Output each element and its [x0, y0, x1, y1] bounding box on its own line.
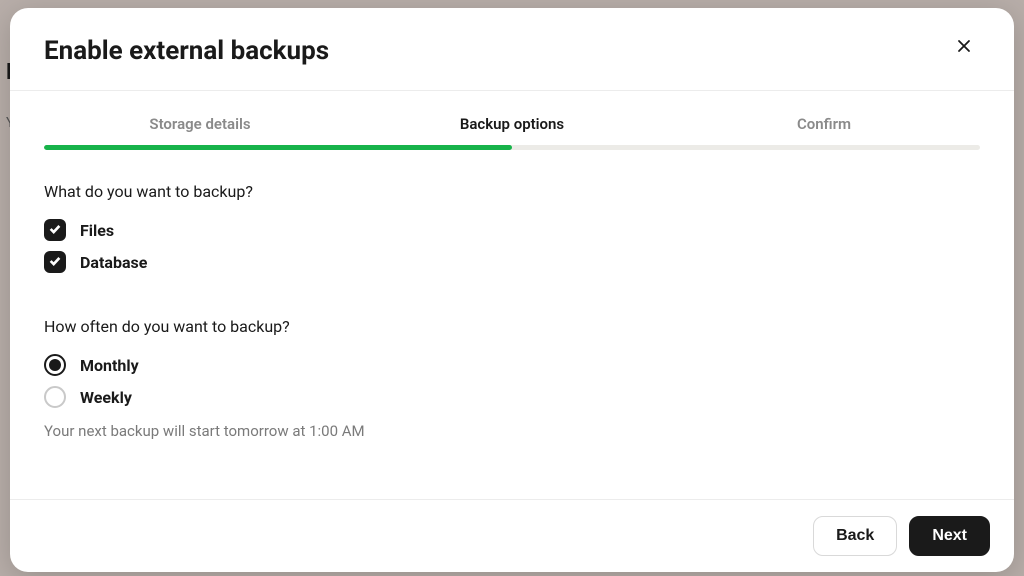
question-what: What do you want to backup?	[44, 182, 980, 201]
wizard-steps: Storage details Backup options Confirm	[10, 91, 1014, 145]
modal-footer: Back Next	[10, 499, 1014, 572]
step-storage-details[interactable]: Storage details	[44, 115, 356, 145]
radio-label-monthly: Monthly	[80, 356, 139, 375]
close-button[interactable]	[948, 34, 980, 62]
checkbox-row-database: Database	[44, 251, 980, 273]
question-frequency: How often do you want to backup?	[44, 317, 980, 336]
modal-header: Enable external backups	[10, 8, 1014, 91]
checkbox-files[interactable]	[44, 219, 66, 241]
checkbox-database[interactable]	[44, 251, 66, 273]
radio-label-weekly: Weekly	[80, 388, 132, 407]
close-icon	[956, 41, 972, 58]
checkbox-label-files: Files	[80, 221, 114, 240]
modal-body: What do you want to backup? Files Databa…	[10, 150, 1014, 499]
checkbox-row-files: Files	[44, 219, 980, 241]
modal-title: Enable external backups	[44, 36, 329, 66]
radio-dot-icon	[49, 359, 61, 371]
check-icon	[48, 221, 62, 240]
checkbox-label-database: Database	[80, 253, 147, 272]
radio-weekly[interactable]	[44, 386, 66, 408]
wizard-progress-fill	[44, 145, 512, 150]
radio-row-weekly: Weekly	[44, 386, 980, 408]
next-backup-hint: Your next backup will start tomorrow at …	[44, 422, 980, 440]
check-icon	[48, 253, 62, 272]
next-button[interactable]: Next	[909, 516, 990, 556]
radio-monthly[interactable]	[44, 354, 66, 376]
step-backup-options[interactable]: Backup options	[356, 115, 668, 145]
radio-row-monthly: Monthly	[44, 354, 980, 376]
wizard-progress	[44, 145, 980, 150]
enable-backups-modal: Enable external backups Storage details …	[10, 8, 1014, 572]
step-confirm[interactable]: Confirm	[668, 115, 980, 145]
back-button[interactable]: Back	[813, 516, 897, 556]
